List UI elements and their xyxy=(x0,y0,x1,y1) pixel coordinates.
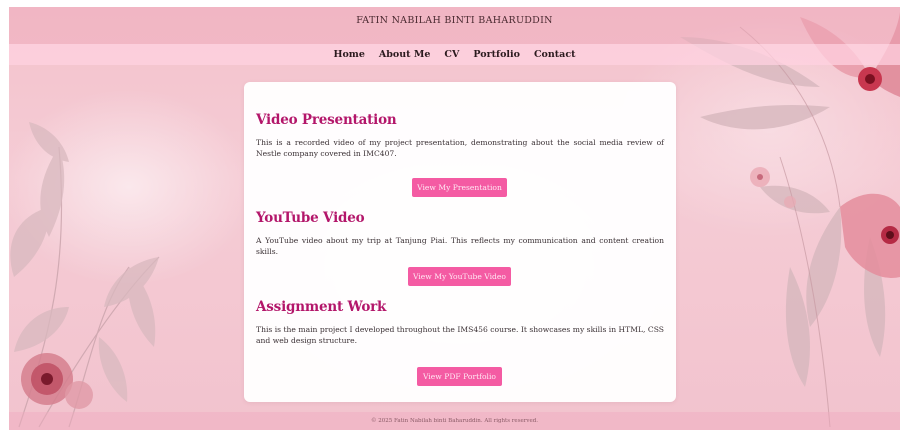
page-background: FATIN NABILAH BINTI BAHARUDDIN Home Abou… xyxy=(9,7,900,430)
section-title: Video Presentation xyxy=(256,112,397,128)
floral-decoration-right xyxy=(680,12,900,428)
nav-cv[interactable]: CV xyxy=(444,49,459,60)
section-title: YouTube Video xyxy=(256,210,365,226)
site-footer: © 2025 Fatin Nabilah binti Baharuddin. A… xyxy=(9,412,900,430)
section-description: A YouTube video about my trip at Tanjung… xyxy=(256,236,664,256)
portfolio-card: Video Presentation This is a recorded vi… xyxy=(244,82,676,402)
main-nav: Home About Me CV Portfolio Contact xyxy=(9,44,900,65)
site-title: FATIN NABILAH BINTI BAHARUDDIN xyxy=(356,15,553,26)
nav-contact[interactable]: Contact xyxy=(534,49,576,60)
section-youtube-video: YouTube Video A YouTube video about my t… xyxy=(256,210,664,257)
nav-home[interactable]: Home xyxy=(333,49,364,60)
section-title: Assignment Work xyxy=(256,299,387,315)
section-assignment-work: Assignment Work This is the main project… xyxy=(256,299,664,346)
floral-decoration-left xyxy=(10,122,160,428)
footer-copyright: © 2025 Fatin Nabilah binti Baharuddin. A… xyxy=(370,418,539,424)
section-description: This is the main project I developed thr… xyxy=(256,325,664,345)
section-video-presentation: Video Presentation This is a recorded vi… xyxy=(256,112,664,159)
nav-about-me[interactable]: About Me xyxy=(379,49,431,60)
site-header: FATIN NABILAH BINTI BAHARUDDIN xyxy=(9,7,900,44)
view-youtube-video-button[interactable]: View My YouTube Video xyxy=(408,267,511,286)
view-presentation-button[interactable]: View My Presentation xyxy=(412,178,507,197)
nav-portfolio[interactable]: Portfolio xyxy=(473,49,520,60)
section-description: This is a recorded video of my project p… xyxy=(256,138,664,158)
view-pdf-portfolio-button[interactable]: View PDF Portfolio xyxy=(417,367,502,386)
